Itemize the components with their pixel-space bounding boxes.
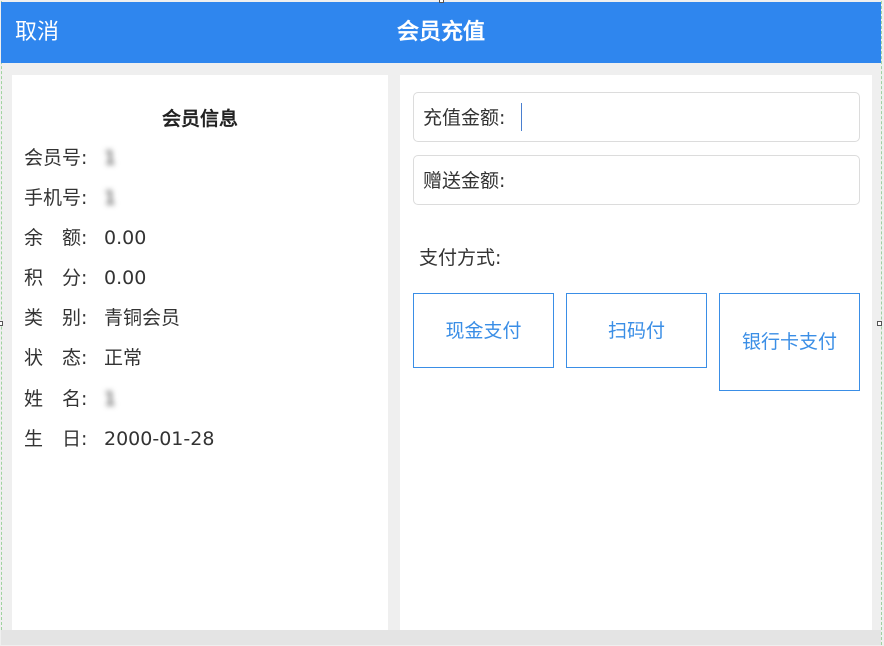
page-title: 会员充值 [396, 20, 485, 45]
category-label: 类 别: [24, 307, 88, 329]
bottom-strip [1, 630, 881, 645]
balance-row: 余 额: 0.00 [24, 225, 146, 251]
status-row: 状 态: 正常 [24, 345, 142, 371]
cash-payment-button[interactable]: 现金支付 [413, 293, 554, 368]
bonus-amount-label: 赠送金额: [423, 170, 506, 192]
status-label: 状 态: [24, 347, 88, 369]
text-cursor [521, 103, 522, 131]
phone-label: 手机号: [24, 187, 88, 209]
bonus-amount-field: 赠送金额: [413, 155, 860, 205]
category-row: 类 别: 青铜会员 [24, 305, 180, 331]
points-row: 积 分: 0.00 [24, 265, 146, 291]
name-row: 姓 名: 1 [24, 386, 116, 412]
phone-row: 手机号: 1 [24, 185, 116, 211]
name-label: 姓 名: [24, 388, 88, 410]
birthday-label: 生 日: [24, 428, 88, 450]
cancel-button[interactable]: 取消 [15, 2, 59, 63]
header-bar: 会员充值 取消 [1, 2, 881, 63]
birthday-value: 2000-01-28 [104, 428, 215, 450]
status-value: 正常 [104, 347, 143, 369]
member-number-value: 1 [104, 147, 117, 169]
balance-label: 余 额: [24, 227, 88, 249]
birthday-row: 生 日: 2000-01-28 [24, 426, 214, 452]
category-value: 青铜会员 [104, 307, 181, 329]
member-number-row: 会员号: 1 [24, 145, 116, 171]
phone-value: 1 [104, 187, 117, 209]
scan-payment-button[interactable]: 扫码付 [566, 293, 707, 368]
points-label: 积 分: [24, 267, 88, 289]
payment-method-label: 支付方式: [419, 247, 502, 269]
recharge-amount-field: 充值金额: [413, 92, 860, 142]
resize-handle-top[interactable] [439, 0, 444, 3]
name-value: 1 [104, 388, 117, 410]
member-number-label: 会员号: [24, 147, 88, 169]
recharge-amount-input[interactable] [522, 99, 852, 137]
bank-card-payment-button[interactable]: 银行卡支付 [719, 293, 860, 391]
resize-handle-left[interactable] [0, 321, 3, 326]
balance-value: 0.00 [104, 227, 147, 249]
member-info-title: 会员信息 [161, 108, 238, 130]
recharge-amount-label: 充值金额: [423, 107, 506, 129]
resize-handle-right[interactable] [877, 321, 882, 326]
bonus-amount-input[interactable] [522, 162, 852, 200]
points-value: 0.00 [104, 267, 147, 289]
